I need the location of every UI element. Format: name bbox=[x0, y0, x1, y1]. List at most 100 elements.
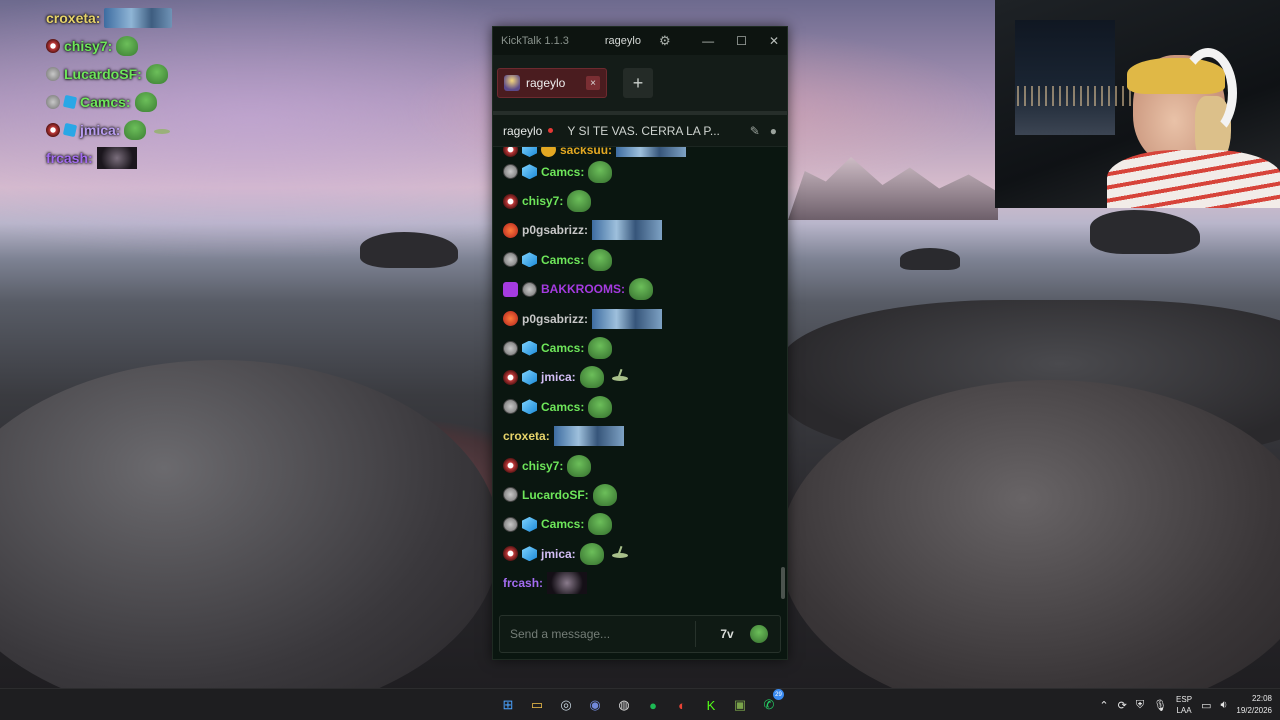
subscriber-badge-icon bbox=[522, 516, 537, 532]
file-explorer-icon[interactable]: ▭ bbox=[525, 693, 549, 717]
badge-icon bbox=[46, 39, 60, 53]
badge-icon bbox=[503, 516, 518, 532]
subscriber-badge-icon bbox=[522, 147, 537, 157]
chat-username[interactable]: jmica: bbox=[541, 547, 576, 561]
volume-icon[interactable]: 🔉︎ bbox=[1220, 699, 1227, 712]
badge-icon bbox=[46, 123, 60, 137]
chat-username[interactable]: LucardoSF: bbox=[522, 488, 589, 502]
chrome-icon[interactable]: ◐ bbox=[670, 693, 694, 717]
minecraft-icon[interactable]: ▣ bbox=[728, 693, 752, 717]
obs-icon[interactable]: ◍ bbox=[612, 693, 636, 717]
overlay-username: jmica: bbox=[80, 122, 121, 138]
chat-message: sacksuu: bbox=[503, 147, 777, 157]
clock[interactable]: 22:08 19/2/2026 bbox=[1236, 693, 1272, 717]
wide-emote-icon bbox=[553, 426, 624, 447]
chevron-up-icon[interactable]: ⌃ bbox=[1099, 699, 1108, 712]
clock-date: 19/2/2026 bbox=[1236, 706, 1272, 715]
chat-username[interactable]: chisy7: bbox=[522, 194, 563, 208]
network-icon[interactable]: ▭ bbox=[1201, 699, 1211, 712]
tab-close-icon[interactable]: × bbox=[586, 76, 600, 90]
tab-rageylo[interactable]: rageylo × bbox=[497, 68, 607, 98]
badge-icon bbox=[503, 458, 518, 474]
overlay-username: frcash: bbox=[46, 150, 93, 166]
badge-icon bbox=[503, 487, 518, 503]
chat-message: jmica: bbox=[503, 539, 777, 568]
security-icon[interactable]: ⛨ bbox=[1136, 699, 1144, 712]
frog-emote-icon bbox=[567, 454, 592, 477]
frog-emote-icon bbox=[750, 625, 768, 643]
chat-username[interactable]: Camcs: bbox=[541, 341, 584, 355]
frog-emote-icon bbox=[134, 92, 157, 112]
overlay-message: chisy7: bbox=[46, 32, 174, 60]
wide-emote-icon bbox=[592, 308, 663, 329]
spotify-icon[interactable]: ● bbox=[641, 693, 665, 717]
message-input-box[interactable]: Send a message... 7v bbox=[499, 615, 781, 653]
discord-icon[interactable]: ◉ bbox=[583, 693, 607, 717]
webcam-city-lights bbox=[1017, 86, 1137, 106]
ant-emote-icon bbox=[150, 122, 174, 138]
chat-username[interactable]: croxeta: bbox=[503, 429, 550, 443]
current-user[interactable]: rageylo bbox=[605, 35, 641, 47]
microphone-icon[interactable]: 🎙︎ bbox=[1153, 699, 1167, 712]
chat-message: Camcs: bbox=[503, 510, 777, 539]
pin-icon[interactable]: ✎ bbox=[750, 124, 760, 138]
foreground-rock-right bbox=[780, 380, 1280, 720]
title-bar[interactable]: KickTalk 1.1.3 rageylo ⚙ — ☐ ✕ bbox=[493, 27, 787, 55]
frog-emote-icon bbox=[588, 337, 613, 360]
scrollbar-thumb[interactable] bbox=[781, 567, 785, 599]
message-composer: Send a message... 7v bbox=[493, 609, 787, 659]
subscriber-badge-icon bbox=[522, 340, 537, 356]
chat-username[interactable]: sacksuu: bbox=[560, 147, 612, 157]
maximize-button[interactable]: ☐ bbox=[736, 34, 747, 48]
chat-username[interactable]: Camcs: bbox=[541, 253, 584, 267]
whatsapp-icon[interactable]: ✆ 29 bbox=[757, 689, 784, 717]
taskbar: ⊞ ▭ ◎ ◉ ◍ ● ◐ K ▣ ✆ 29 ⌃ ⟳ ⛨ 🎙︎ ESP LAA ▭ 🔉︎ 22:08… bbox=[0, 688, 1280, 720]
channel-avatar bbox=[504, 75, 520, 91]
overlay-username: LucardoSF: bbox=[64, 66, 142, 82]
chat-username[interactable]: BAKKROOMS: bbox=[541, 282, 625, 296]
close-window-button[interactable]: ✕ bbox=[769, 34, 779, 48]
settings-gear-icon[interactable]: ⚙ bbox=[659, 33, 671, 49]
frog-emote-icon bbox=[124, 120, 147, 140]
chat-message: BAKKROOMS: bbox=[503, 275, 777, 304]
channel-tabs: rageylo × + bbox=[493, 55, 787, 111]
frog-emote-icon bbox=[588, 395, 613, 418]
add-tab-button[interactable]: + bbox=[623, 68, 653, 98]
badge-icon bbox=[503, 252, 518, 268]
chat-message: p0gsabrizz: bbox=[503, 216, 777, 245]
seventv-emotes-icon[interactable]: 7v bbox=[716, 623, 738, 645]
chat-username[interactable]: frcash: bbox=[503, 576, 543, 590]
chat-username[interactable]: p0gsabrizz: bbox=[522, 223, 588, 237]
start-icon[interactable]: ⊞ bbox=[496, 693, 520, 717]
chat-message: frcash: bbox=[503, 568, 777, 597]
clock-time: 22:08 bbox=[1251, 694, 1272, 703]
chat-username[interactable]: p0gsabrizz: bbox=[522, 312, 588, 326]
notification-badge: 29 bbox=[773, 689, 784, 700]
badge-icon bbox=[503, 222, 518, 238]
user-icon[interactable]: ● bbox=[770, 124, 777, 138]
wide-emote-icon bbox=[104, 8, 173, 28]
badge-icon bbox=[503, 147, 518, 157]
chat-username[interactable]: jmica: bbox=[541, 370, 576, 384]
subscriber-badge-icon bbox=[522, 546, 537, 562]
chat-username[interactable]: Camcs: bbox=[541, 165, 584, 179]
chat-message: Camcs: bbox=[503, 392, 777, 421]
chat-username[interactable]: Camcs: bbox=[541, 400, 584, 414]
kick-icon[interactable]: K bbox=[699, 693, 723, 717]
kick-emotes-button[interactable] bbox=[748, 623, 770, 645]
pinned-channel-name[interactable]: rageylo bbox=[503, 124, 542, 138]
mountain-range bbox=[788, 157, 998, 220]
language-code: ESP bbox=[1176, 695, 1193, 704]
chat-messages[interactable]: sacksuu: Camcs: chisy7: p0gsabrizz: Camcs: BA… bbox=[493, 147, 787, 609]
webcam-shirt bbox=[1107, 150, 1280, 208]
chat-message: Camcs: bbox=[503, 157, 777, 186]
chat-username[interactable]: chisy7: bbox=[522, 459, 563, 473]
message-input[interactable]: Send a message... bbox=[510, 627, 695, 641]
minimize-button[interactable]: — bbox=[702, 34, 714, 48]
language-indicator[interactable]: ESP LAA bbox=[1176, 694, 1192, 716]
steam-icon[interactable]: ◎ bbox=[554, 693, 578, 717]
overlay-message: croxeta: bbox=[46, 4, 174, 32]
chat-username[interactable]: Camcs: bbox=[541, 517, 584, 531]
dark-emote-icon bbox=[96, 147, 137, 169]
sync-icon[interactable]: ⟳ bbox=[1118, 699, 1127, 712]
